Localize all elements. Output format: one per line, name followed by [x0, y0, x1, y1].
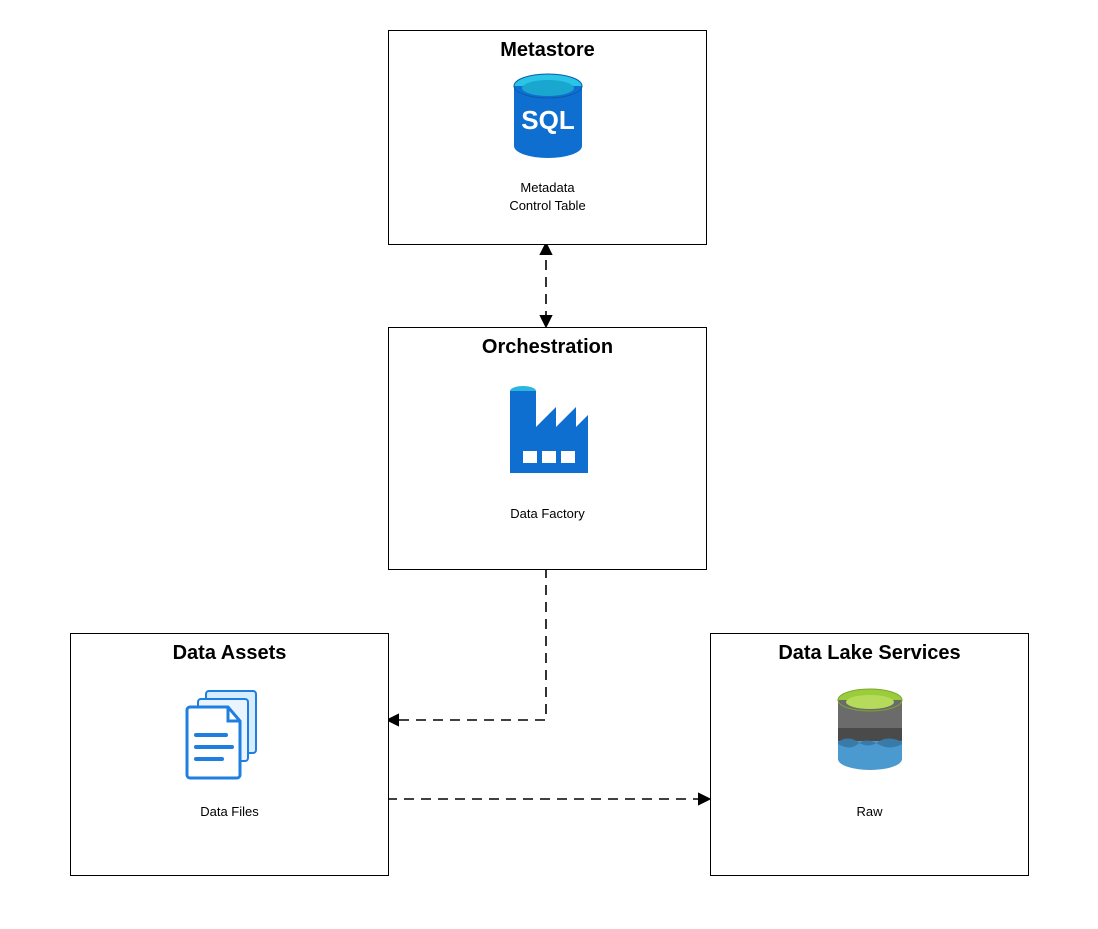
- data-assets-title: Data Assets: [71, 642, 388, 665]
- metastore-box: Metastore SQL Metadata Control Table: [388, 30, 707, 245]
- sql-database-icon: SQL: [389, 68, 706, 173]
- data-assets-box: Data Assets Data Files: [70, 633, 389, 876]
- architecture-diagram: Metastore SQL Metadata Control Table Orc…: [0, 0, 1098, 929]
- data-factory-icon: [389, 365, 706, 495]
- data-lake-storage-icon: [711, 675, 1028, 795]
- data-lake-box: Data Lake Services Raw: [710, 633, 1029, 876]
- metastore-caption-line2: Control Table: [509, 198, 585, 213]
- data-lake-caption: Raw: [711, 803, 1028, 821]
- orchestration-title: Orchestration: [389, 336, 706, 359]
- data-assets-caption: Data Files: [71, 803, 388, 821]
- svg-text:SQL: SQL: [521, 105, 575, 135]
- orchestration-box: Orchestration Data Factory: [388, 327, 707, 570]
- metastore-caption-line1: Metadata: [520, 180, 574, 195]
- metastore-caption: Metadata Control Table: [389, 179, 706, 214]
- orchestration-caption: Data Factory: [389, 505, 706, 523]
- metastore-title: Metastore: [389, 39, 706, 62]
- data-lake-title: Data Lake Services: [711, 642, 1028, 665]
- data-files-icon: [71, 675, 388, 795]
